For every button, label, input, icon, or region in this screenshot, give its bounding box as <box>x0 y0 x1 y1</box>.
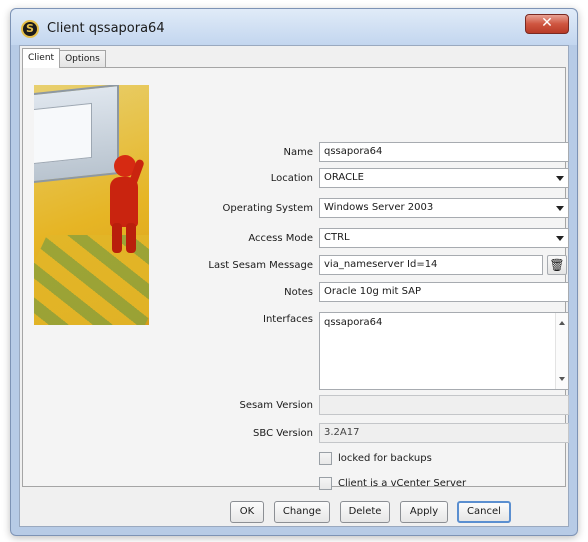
access-mode-value: CTRL <box>324 232 350 243</box>
access-mode-label: Access Mode <box>248 233 313 244</box>
button-bar: OK Change Delete Apply Cancel <box>20 491 568 531</box>
cancel-button[interactable]: Cancel <box>457 501 511 523</box>
location-value: ORACLE <box>324 172 364 183</box>
interfaces-value: qssapora64 <box>324 317 383 328</box>
sesam-version-label: Sesam Version <box>239 400 313 411</box>
interfaces-scrollbar[interactable] <box>555 313 568 389</box>
dialog-body: Client Options Name qssapora64 Location … <box>19 45 569 527</box>
os-value: Windows Server 2003 <box>324 202 434 213</box>
sesam-version-field <box>319 395 569 415</box>
vcenter-checkbox[interactable] <box>319 476 332 490</box>
interfaces-textarea[interactable]: qssapora64 <box>319 312 569 390</box>
window-title: Client qssapora64 <box>47 21 165 36</box>
last-message-field[interactable]: via_nameserver Id=14 <box>319 255 543 275</box>
tab-options[interactable]: Options <box>59 50 106 68</box>
vcenter-option[interactable]: Client is a vCenter Server <box>319 475 466 491</box>
tab-bar: Client Options <box>22 48 106 68</box>
tab-client[interactable]: Client <box>22 48 61 68</box>
os-label: Operating System <box>222 203 313 214</box>
sbc-version-label: SBC Version <box>253 428 313 439</box>
chevron-down-icon <box>556 236 564 241</box>
ok-button[interactable]: OK <box>230 501 264 523</box>
sbc-version-field: 3.2A17 <box>319 423 569 443</box>
last-message-label: Last Sesam Message <box>208 260 313 271</box>
monitor-graphic <box>34 85 119 184</box>
title-bar[interactable]: S Client qssapora64 ✕ <box>11 9 577 45</box>
change-button[interactable]: Change <box>274 501 330 523</box>
scroll-up-icon[interactable] <box>559 321 565 325</box>
access-mode-select[interactable]: CTRL <box>319 228 569 248</box>
client-panel: Name qssapora64 Location ORACLE Operatin… <box>22 67 569 490</box>
name-label: Name <box>283 147 313 158</box>
location-select[interactable]: ORACLE <box>319 168 569 188</box>
os-select[interactable]: Windows Server 2003 <box>319 198 569 218</box>
notes-label: Notes <box>284 287 313 298</box>
vcenter-label: Client is a vCenter Server <box>338 477 467 489</box>
close-button[interactable]: ✕ <box>525 14 569 34</box>
notes-field[interactable]: Oracle 10g mit SAP <box>319 282 569 302</box>
client-dialog: S Client qssapora64 ✕ Client Options Nam… <box>10 8 578 536</box>
clear-message-button[interactable]: 🗑 <box>547 255 567 275</box>
delete-button[interactable]: Delete <box>340 501 390 523</box>
locked-backups-checkbox[interactable] <box>319 451 332 465</box>
location-label: Location <box>270 173 313 184</box>
scroll-down-icon[interactable] <box>559 377 565 381</box>
apply-button[interactable]: Apply <box>400 501 448 523</box>
locked-backups-option[interactable]: locked for backups <box>319 450 432 466</box>
decorative-illustration <box>34 85 149 325</box>
interfaces-label: Interfaces <box>263 314 313 325</box>
chevron-down-icon <box>556 176 564 181</box>
chevron-down-icon <box>556 206 564 211</box>
trash-icon: 🗑 <box>549 258 565 272</box>
sesam-logo-icon: S <box>21 20 39 38</box>
name-field[interactable]: qssapora64 <box>319 142 569 162</box>
locked-backups-label: locked for backups <box>338 452 432 464</box>
